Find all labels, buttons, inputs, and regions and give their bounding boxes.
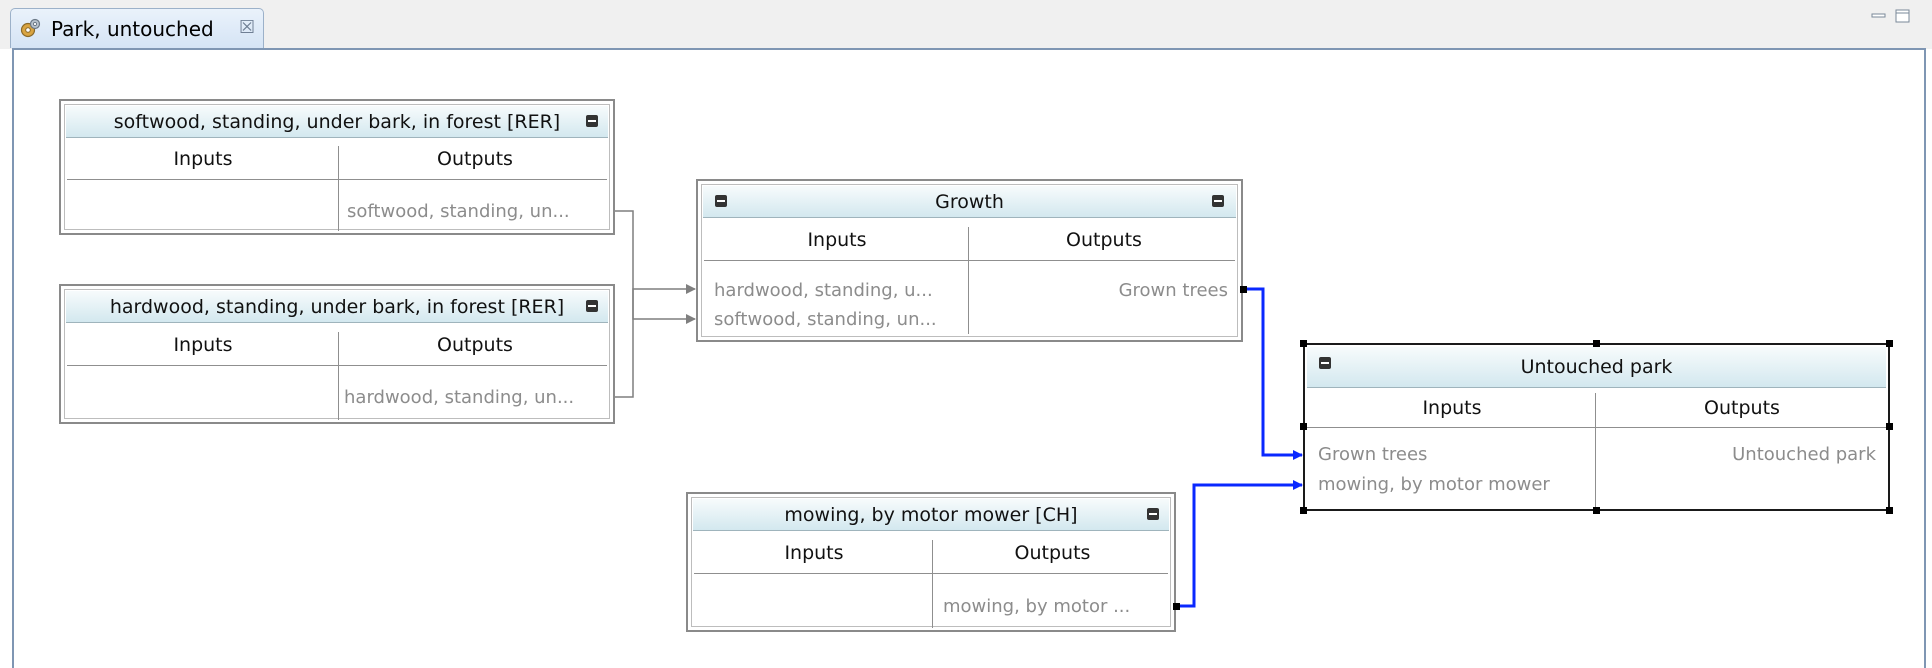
divider: [67, 365, 607, 366]
connection-anchor[interactable]: [1173, 603, 1180, 610]
input-flow[interactable]: mowing, by motor mower: [1318, 474, 1550, 496]
inputs-header: Inputs: [784, 542, 844, 564]
outputs-header: Outputs: [437, 334, 513, 356]
resize-handle[interactable]: [1886, 423, 1893, 430]
node-header: softwood, standing, under bark, in fores…: [66, 106, 608, 138]
node-header: mowing, by motor mower [CH]: [693, 499, 1169, 531]
resize-handle[interactable]: [1886, 340, 1893, 347]
process-node-mowing[interactable]: mowing, by motor mower [CH] Inputs Outpu…: [686, 492, 1176, 632]
minimize-node-icon[interactable]: [586, 300, 598, 312]
resize-handle[interactable]: [1300, 423, 1307, 430]
resize-handle[interactable]: [1300, 340, 1307, 347]
inputs-header: Inputs: [807, 229, 867, 251]
close-icon[interactable]: ☒: [239, 17, 255, 39]
tab-park-untouched[interactable]: Park, untouched ☒: [10, 8, 264, 48]
resize-handle[interactable]: [1886, 507, 1893, 514]
divider: [67, 179, 607, 180]
inputs-header: Inputs: [1422, 397, 1482, 419]
outputs-header: Outputs: [1014, 542, 1091, 564]
resize-handle[interactable]: [1300, 507, 1307, 514]
resize-handle[interactable]: [1593, 340, 1600, 347]
node-title: mowing, by motor mower [CH]: [784, 504, 1078, 526]
outputs-header: Outputs: [437, 148, 513, 170]
input-flow[interactable]: softwood, standing, un...: [714, 309, 937, 331]
outputs-header: Outputs: [1704, 397, 1780, 419]
resize-handle[interactable]: [1593, 507, 1600, 514]
minimize-node-icon[interactable]: [586, 115, 598, 127]
output-flow[interactable]: mowing, by motor ...: [943, 596, 1130, 618]
column-divider: [1595, 393, 1596, 507]
node-header: Untouched park: [1307, 347, 1886, 388]
node-title: Untouched park: [1520, 356, 1673, 378]
process-node-softwood[interactable]: softwood, standing, under bark, in fores…: [59, 99, 615, 235]
inputs-header: Inputs: [173, 148, 233, 170]
node-header: hardwood, standing, under bark, in fores…: [66, 291, 608, 323]
output-flow[interactable]: Grown trees: [1119, 280, 1228, 302]
column-divider: [932, 540, 933, 628]
node-title: Growth: [935, 191, 1004, 213]
input-flow[interactable]: hardwood, standing, u...: [714, 280, 933, 302]
output-flow[interactable]: Untouched park: [1732, 444, 1876, 466]
divider: [694, 573, 1168, 574]
tab-title: Park, untouched: [51, 17, 214, 41]
node-header: Growth: [703, 186, 1236, 218]
column-divider: [338, 332, 339, 420]
column-divider: [338, 146, 339, 231]
column-divider: [968, 227, 969, 334]
process-node-untouched-park[interactable]: Untouched park Inputs Outputs Grown tree…: [1303, 343, 1890, 511]
minimize-icon[interactable]: [1870, 8, 1888, 24]
minimize-node-icon[interactable]: [1147, 508, 1159, 520]
output-flow[interactable]: hardwood, standing, un...: [344, 387, 574, 409]
input-flow[interactable]: Grown trees: [1318, 444, 1427, 466]
divider: [1307, 427, 1886, 428]
process-node-growth[interactable]: Growth Inputs Outputs hardwood, standing…: [696, 179, 1243, 342]
connection-anchor[interactable]: [1240, 286, 1247, 293]
editor-tab-bar: Park, untouched ☒: [0, 0, 1932, 49]
node-title: hardwood, standing, under bark, in fores…: [109, 296, 565, 318]
outputs-header: Outputs: [1066, 229, 1142, 251]
process-node-hardwood[interactable]: hardwood, standing, under bark, in fores…: [59, 284, 615, 424]
minimize-node-icon[interactable]: [1212, 195, 1224, 207]
node-title: softwood, standing, under bark, in fores…: [113, 111, 561, 133]
divider: [704, 260, 1235, 261]
output-flow[interactable]: softwood, standing, un...: [347, 201, 570, 223]
maximize-icon[interactable]: [1894, 8, 1912, 24]
inputs-header: Inputs: [173, 334, 233, 356]
gear-icon: [20, 18, 41, 38]
